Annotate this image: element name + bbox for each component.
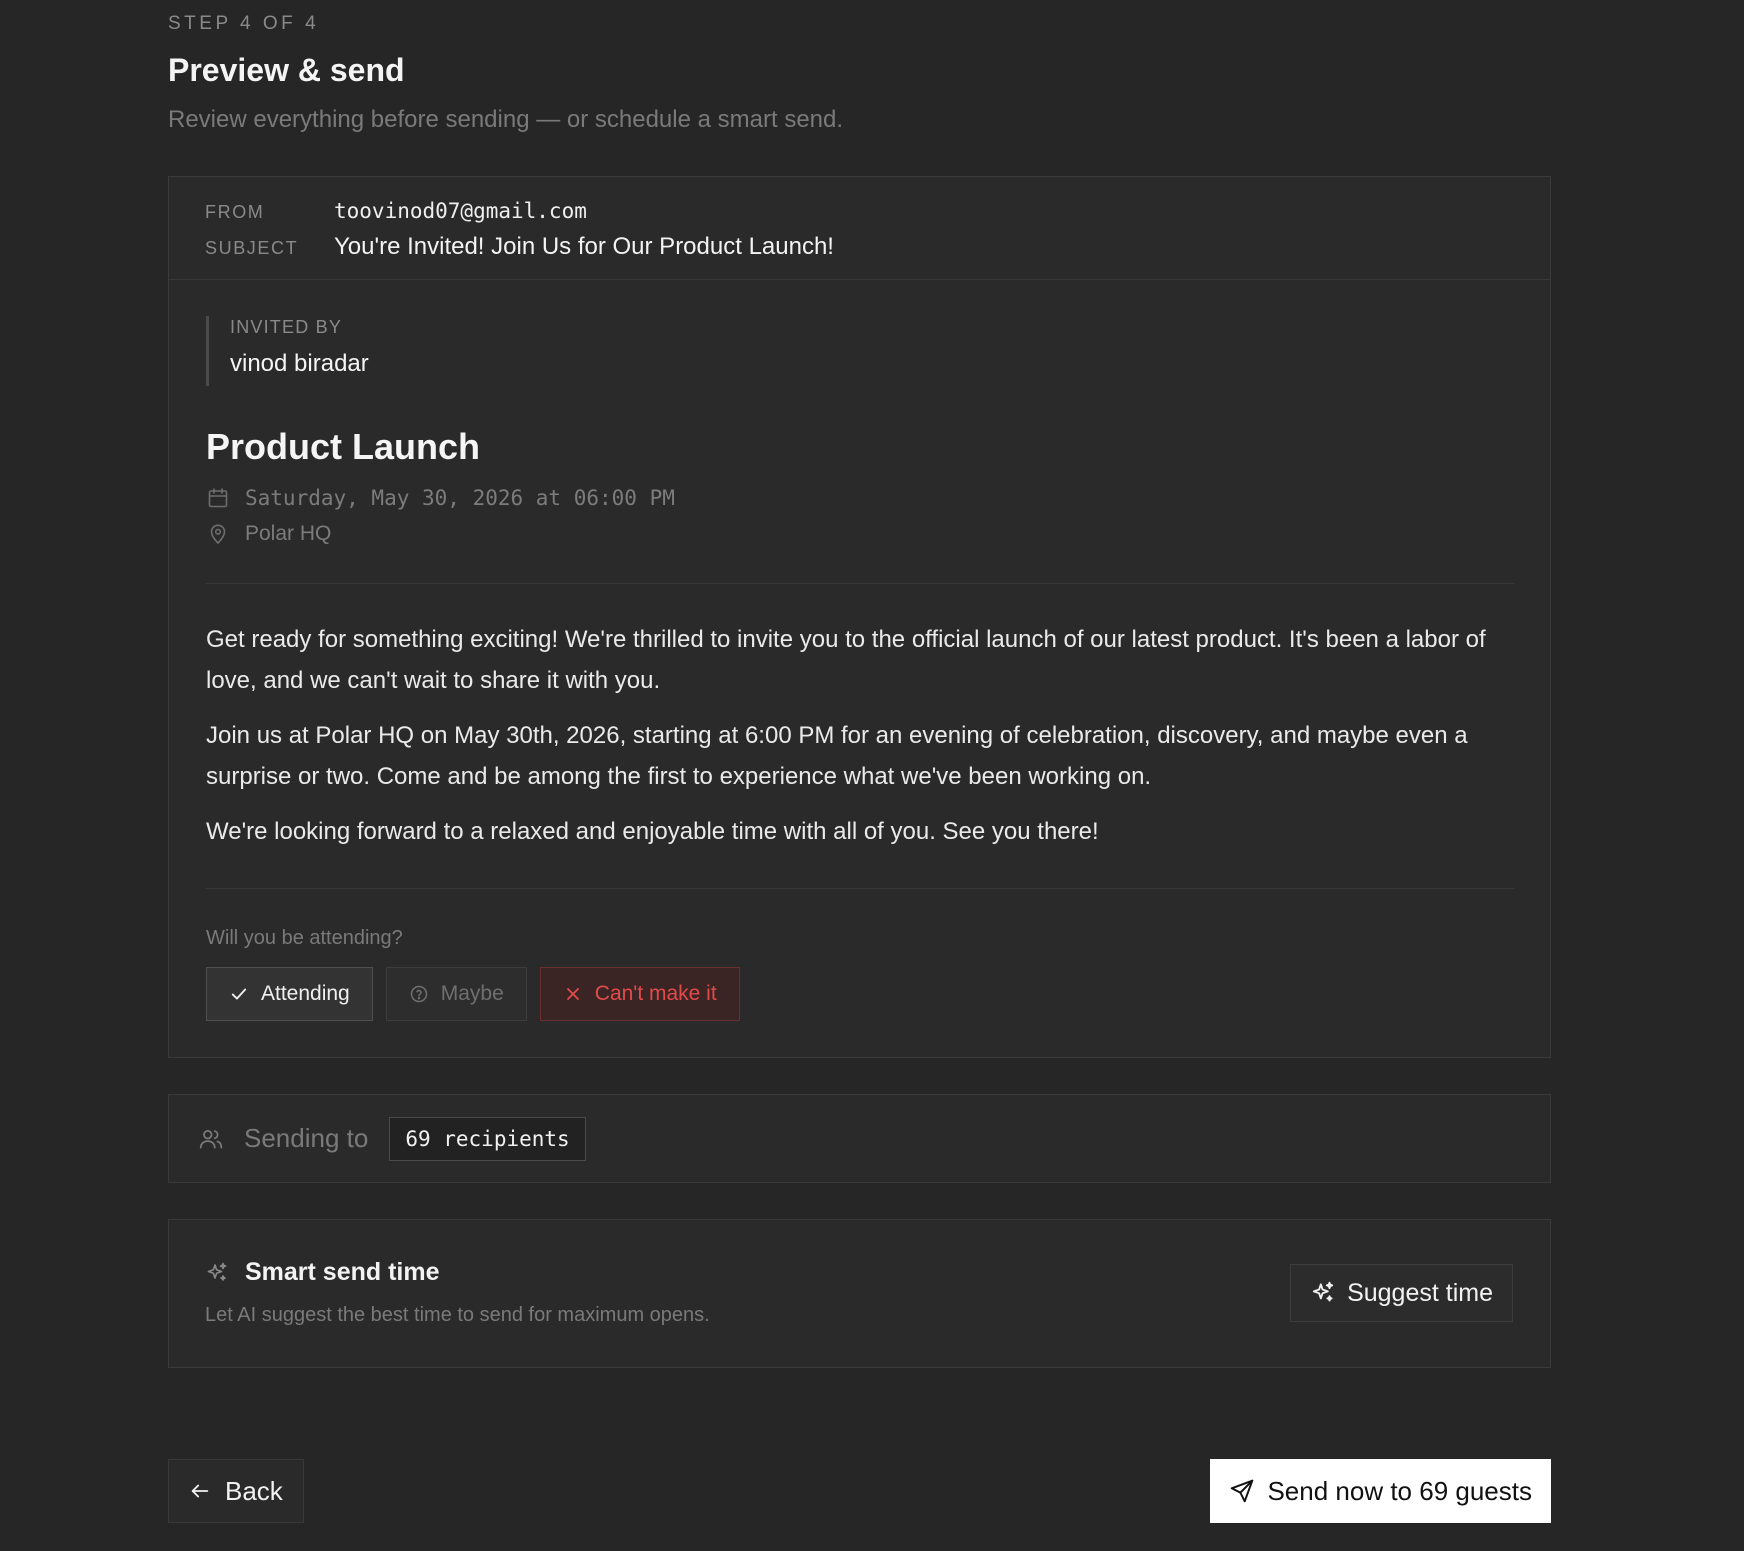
rsvp-cant-label: Can't make it — [594, 982, 717, 1005]
back-label: Back — [225, 1475, 283, 1506]
sparkles-icon — [1312, 1281, 1334, 1302]
smart-send-description: Let AI suggest the best time to send for… — [205, 1304, 710, 1326]
rsvp-question: Will you be attending? — [206, 927, 403, 949]
rsvp-attending-button[interactable]: Attending — [206, 967, 373, 1021]
send-now-button[interactable]: Send now to 69 guests — [1210, 1459, 1551, 1523]
back-button[interactable]: Back — [168, 1459, 304, 1523]
recipients-card: Sending to 69 recipients — [168, 1094, 1551, 1183]
rsvp-maybe-label: Maybe — [440, 982, 504, 1005]
from-row: FROM toovinod07@gmail.com — [205, 199, 1514, 223]
event-location-row: Polar HQ — [206, 522, 1514, 546]
sparkles-icon — [207, 1262, 227, 1281]
rsvp-cant-button[interactable]: Can't make it — [539, 967, 740, 1021]
invited-by-name: vinod biradar — [230, 350, 369, 377]
invited-by-label: INVITED BY — [230, 317, 343, 337]
users-icon — [199, 1129, 223, 1149]
map-pin-icon — [210, 524, 226, 544]
email-preview-card: FROM toovinod07@gmail.com SUBJECT You're… — [168, 176, 1551, 1058]
arrow-left-icon — [191, 1484, 209, 1498]
footer-actions: Back Send now to 69 guests — [168, 1459, 1551, 1523]
invite-message: Get ready for something exciting! We're … — [206, 619, 1514, 852]
subject-label: SUBJECT — [205, 238, 299, 258]
message-paragraph: Join us at Polar HQ on May 30th, 2026, s… — [206, 722, 1468, 790]
help-circle-icon — [410, 985, 427, 1003]
event-date: Saturday, May 30, 2026 at 06:00 PM — [245, 486, 675, 510]
page-title: Preview & send — [168, 52, 405, 88]
main-content: STEP 4 OF 4 Preview & send Review everyt… — [168, 0, 1551, 1523]
page-subtitle: Review everything before sending — or sc… — [168, 106, 844, 133]
divider — [206, 888, 1514, 889]
sending-to-label: Sending to — [244, 1123, 369, 1153]
subject-value: You're Invited! Join Us for Our Product … — [334, 233, 834, 260]
x-icon — [566, 988, 579, 1000]
smart-send-header: Smart send time — [205, 1258, 440, 1287]
event-location: Polar HQ — [245, 522, 332, 545]
step-indicator: STEP 4 OF 4 — [168, 13, 320, 34]
rsvp-attending-label: Attending — [261, 982, 350, 1005]
divider — [206, 583, 1514, 584]
rsvp-maybe-button[interactable]: Maybe — [385, 967, 527, 1021]
invited-by-block: INVITED BY vinod biradar — [206, 316, 1514, 386]
rsvp-options: Attending Maybe Can't make it — [206, 967, 1514, 1021]
message-paragraph: Get ready for something exciting! We're … — [206, 626, 1486, 694]
email-body: INVITED BY vinod biradar Product Launch … — [169, 280, 1550, 1057]
event-title: Product Launch — [206, 426, 481, 467]
check-icon — [231, 988, 247, 1000]
send-icon — [1231, 1479, 1254, 1503]
from-value: toovinod07@gmail.com — [334, 199, 587, 223]
event-date-row: Saturday, May 30, 2026 at 06:00 PM — [206, 486, 1514, 510]
smart-send-card: Smart send time Let AI suggest the best … — [168, 1219, 1551, 1368]
message-paragraph: We're looking forward to a relaxed and e… — [206, 818, 1099, 845]
from-label: FROM — [205, 202, 265, 222]
suggest-time-button[interactable]: Suggest time — [1290, 1264, 1513, 1322]
recipients-count-badge[interactable]: 69 recipients — [389, 1116, 586, 1161]
send-now-label: Send now to 69 guests — [1267, 1475, 1532, 1506]
subject-row: SUBJECT You're Invited! Join Us for Our … — [205, 233, 1514, 261]
page: STEP 4 OF 4 Preview & send Review everyt… — [0, 0, 1744, 1551]
smart-send-title: Smart send time — [245, 1258, 440, 1286]
email-meta: FROM toovinod07@gmail.com SUBJECT You're… — [169, 177, 1550, 280]
suggest-time-label: Suggest time — [1347, 1278, 1493, 1307]
calendar-icon — [208, 488, 228, 508]
